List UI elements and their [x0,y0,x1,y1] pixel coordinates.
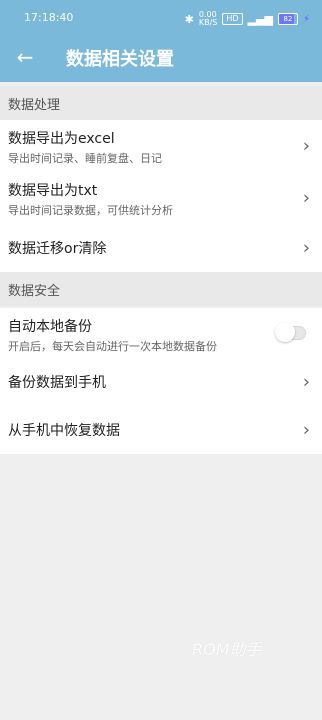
list-item-export-txt[interactable]: 数据导出为txt 导出时间记录数据，可供统计分析 › [0,172,322,224]
chevron-right-icon: › [302,135,310,157]
hd-badge: HD [222,13,243,25]
status-icons: ✱ 0.00 KB/S HD ▂▄▆ 82 ⚡ [185,11,310,27]
item-title: 数据迁移or清除 [8,241,107,257]
section-header-data-security: 数据安全 [0,272,322,306]
status-bar: 17:18:40 ✱ 0.00 KB/S HD ▂▄▆ 82 ⚡ [0,8,322,30]
watermark-logo: ROM助手 [192,640,262,659]
item-title: 数据导出为excel [8,131,115,147]
bluetooth-icon: ✱ [184,12,194,26]
item-subtitle: 开启后，每天会自动进行一次本地数据备份 [8,340,217,353]
list-item-auto-backup: 自动本地备份 开启后，每天会自动进行一次本地数据备份 [0,308,322,358]
status-time: 17:18:40 [24,11,74,24]
arrow-left-icon: ← [16,45,34,69]
top-app-bar: ← 数据相关设置 [0,34,322,78]
battery-percent: 82 [283,15,293,23]
item-title: 数据导出为txt [8,183,98,199]
auto-backup-toggle[interactable] [275,322,306,342]
item-title: 备份数据到手机 [8,375,106,391]
chevron-right-icon: › [302,187,310,209]
section-label: 数据处理 [8,97,61,113]
net-speed-unit: KB/S [198,18,218,27]
chevron-right-icon: › [302,371,310,393]
signal-icon: ▂▄▆ [247,12,273,26]
item-subtitle: 导出时间记录数据，可供统计分析 [8,204,173,217]
app-header: 17:18:40 ✱ 0.00 KB/S HD ▂▄▆ 82 ⚡ ← 数据相关设… [0,0,322,82]
charging-icon: ⚡ [302,13,310,25]
item-title: 自动本地备份 [8,319,92,335]
item-subtitle: 导出时间记录、睡前复盘、日记 [8,152,162,165]
net-speed: 0.00 KB/S [199,11,218,27]
chevron-right-icon: › [302,419,310,441]
section-label: 数据安全 [8,283,61,299]
list-item-backup-to-phone[interactable]: 备份数据到手机 › [0,358,322,406]
list-item-export-excel[interactable]: 数据导出为excel 导出时间记录、睡前复盘、日记 › [0,120,322,172]
chevron-right-icon: › [302,237,310,259]
section-header-data-processing: 数据处理 [0,86,322,120]
list-item-restore-from-phone[interactable]: 从手机中恢复数据 › [0,406,322,454]
list-item-migrate-clear[interactable]: 数据迁移or清除 › [0,224,322,272]
battery-icon: 82 [277,13,298,25]
item-title: 从手机中恢复数据 [8,423,120,439]
toggle-knob [275,322,295,342]
back-button[interactable]: ← [10,44,40,70]
page-title: 数据相关设置 [66,49,174,70]
